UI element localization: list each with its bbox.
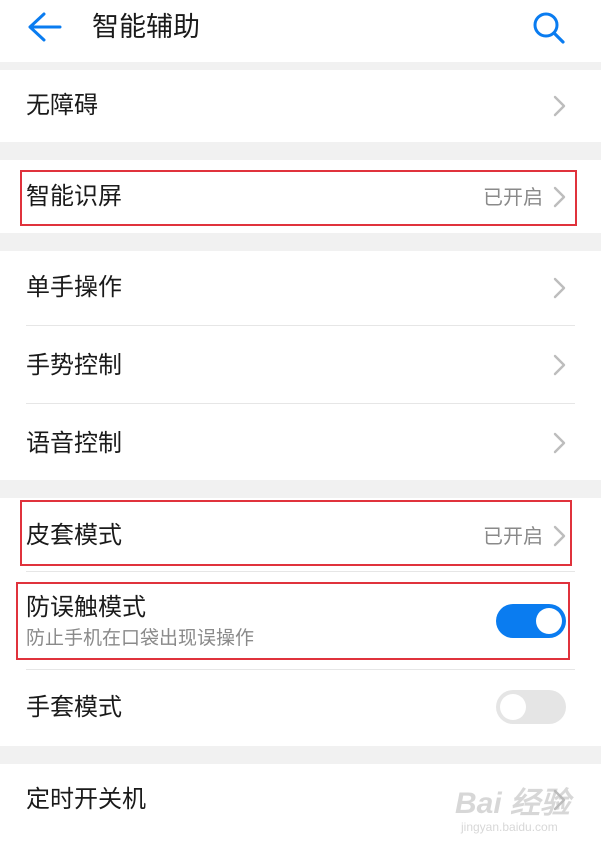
item-label: 单手操作 [26, 273, 122, 301]
chevron-right-icon [553, 186, 566, 208]
item-label: 智能识屏 [26, 182, 122, 210]
page-title: 智能辅助 [92, 12, 200, 43]
list-item-cover-mode[interactable]: 皮套模式 已开启 [0, 498, 601, 572]
list-item-gesture-control[interactable]: 手势控制 [0, 326, 601, 404]
section-gap [0, 746, 601, 764]
baidu-jingyan-watermark: Bai 经验 jingyan.baidu.com [455, 776, 595, 842]
list-item-glove-mode[interactable]: 手套模式 [0, 670, 601, 746]
list-item-one-hand-mode[interactable]: 单手操作 [0, 251, 601, 326]
accidental-touch-toggle[interactable] [496, 604, 566, 638]
list-item-smart-screen-recognition[interactable]: 智能识屏 已开启 [0, 160, 601, 233]
chevron-right-icon [553, 277, 566, 299]
watermark-url: jingyan.baidu.com [461, 820, 558, 834]
item-label: 定时开关机 [26, 785, 146, 813]
item-label: 手套模式 [26, 693, 122, 721]
glove-mode-toggle[interactable] [496, 690, 566, 724]
item-label: 防误触模式 [26, 593, 146, 621]
list-item-accidental-touch-prevention[interactable]: 防误触模式 防止手机在口袋出现误操作 [0, 572, 601, 670]
list-item-accessibility[interactable]: 无障碍 [0, 70, 601, 142]
toggle-knob [536, 608, 562, 634]
section-gap [0, 233, 601, 251]
toggle-knob [500, 694, 526, 720]
section-gap [0, 62, 601, 70]
chevron-right-icon [553, 525, 566, 547]
chevron-right-icon [553, 95, 566, 117]
search-icon[interactable] [530, 9, 568, 47]
chevron-right-icon [553, 354, 566, 376]
section-gap [0, 480, 601, 498]
item-label: 皮套模式 [26, 521, 122, 549]
status-text: 已开启 [483, 185, 543, 209]
status-text: 已开启 [483, 524, 543, 548]
list-item-voice-control[interactable]: 语音控制 [0, 404, 601, 480]
item-label: 无障碍 [26, 91, 98, 119]
chevron-right-icon [553, 432, 566, 454]
item-description: 防止手机在口袋出现误操作 [26, 627, 255, 649]
item-label: 手势控制 [26, 351, 122, 379]
watermark-logo: Bai 经验 [455, 787, 571, 820]
arrow-left-icon[interactable] [26, 10, 64, 44]
app-header: 智能辅助 [0, 0, 601, 62]
section-gap [0, 142, 601, 160]
item-label: 语音控制 [26, 429, 122, 457]
